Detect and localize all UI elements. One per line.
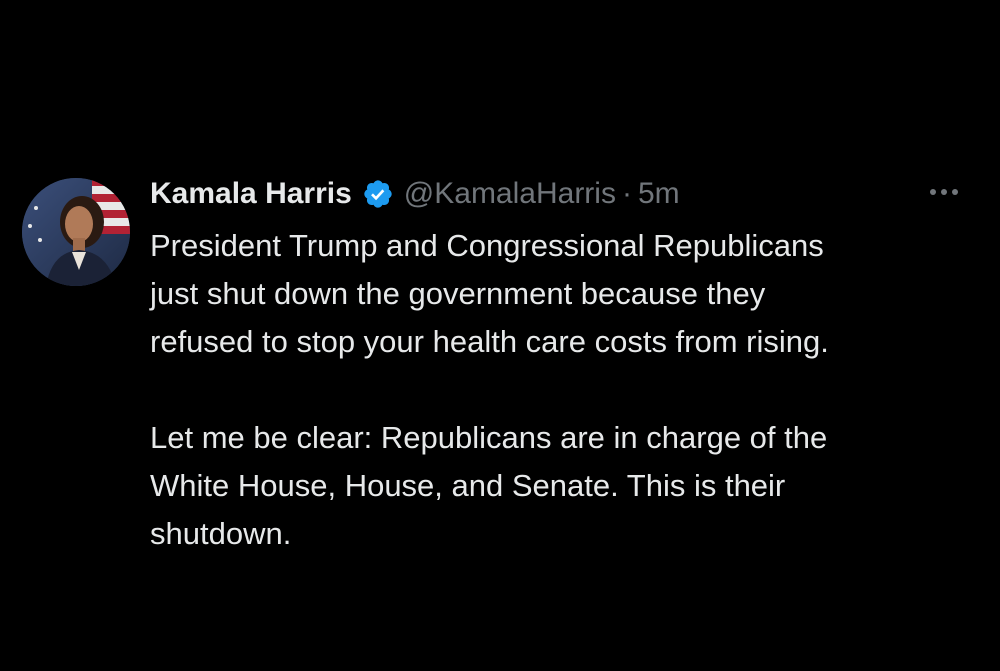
verified-badge-icon — [362, 178, 394, 210]
author-handle[interactable]: @KamalaHarris — [404, 177, 616, 211]
tweet-header: Kamala Harris @KamalaHarris · 5m — [150, 172, 982, 216]
profile-photo — [22, 178, 130, 286]
tweet-text: President Trump and Congressional Republ… — [150, 222, 982, 558]
author-name[interactable]: Kamala Harris — [150, 177, 352, 211]
separator-dot: · — [621, 177, 632, 210]
timestamp[interactable]: 5m — [638, 177, 680, 211]
tweet-paragraph-1: President Trump and Congressional Republ… — [150, 228, 829, 359]
tweet-paragraph-2: Let me be clear: Republicans are in char… — [150, 420, 828, 551]
more-options-icon[interactable] — [926, 176, 962, 208]
avatar[interactable] — [22, 178, 130, 286]
tweet-content: Kamala Harris @KamalaHarris · 5m Preside… — [150, 172, 982, 558]
tweet[interactable]: Kamala Harris @KamalaHarris · 5m Preside… — [22, 172, 982, 572]
